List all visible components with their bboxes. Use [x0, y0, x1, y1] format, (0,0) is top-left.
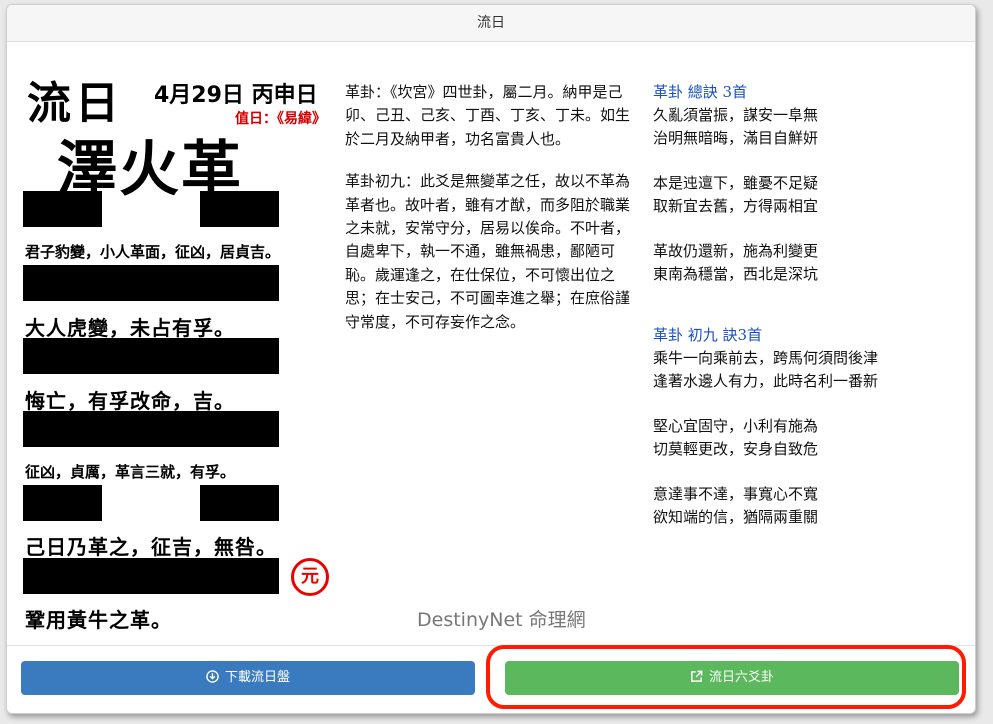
poem-line: 乘牛一向乘前去，跨馬何須問後津: [653, 349, 879, 367]
yao-text-3: 悔亡，有孚改命，吉。: [25, 389, 235, 413]
download-button[interactable]: 下載流日盤: [21, 661, 475, 695]
poem-2-2: 堅心宜固守，小利有施為 切莫輕更改，安身自致危: [653, 415, 953, 461]
zhiri-label: 值日：《易緯》: [235, 111, 326, 127]
poem-line: 治明無暗晦，滿目自鮮妍: [653, 129, 819, 147]
yao-text-6: 鞏用黃牛之革。: [25, 608, 172, 632]
poem-2-1: 乘牛一向乘前去，跨馬何須問後津 逢著水邊人有力，此時名利一番新: [653, 347, 953, 393]
poem-line: 切莫輕更改，安身自致危: [653, 440, 819, 458]
yao-bar-3: [23, 338, 279, 374]
highlight-annotation: [486, 645, 966, 709]
yuan-mark: 元: [291, 558, 329, 596]
poem-line: 取新宜去舊，方得兩相宜: [653, 197, 819, 215]
yao-bar-1b: [200, 191, 279, 227]
poem-heading-2: 革卦 初九 訣3首: [653, 326, 763, 344]
yao-text-5: 己日乃革之，征吉，無咎。: [25, 535, 277, 559]
poem-line: 意達事不達，事寬心不寬: [653, 485, 819, 503]
hexagram-description: 革卦：《坎宮》四世卦，屬二月。納甲是己卯、己丑、己亥、丁酉、丁亥、丁未。如生於二…: [345, 81, 635, 353]
description-paragraph-2: 革卦初九：此爻是無變革之任，故以不革為革者也。故叶者，雖有才猷，而多阻於職業之未…: [345, 172, 631, 331]
yao-text-1: 君子豹變，小人革面，征凶，居貞吉。: [25, 243, 281, 261]
yao-bar-4: [23, 411, 279, 447]
window-title: 流日: [7, 5, 975, 42]
poem-line: 革故仍還新，施為利變更: [653, 242, 819, 260]
yao-bar-5b: [200, 485, 279, 521]
yao-bar-6: [23, 558, 279, 594]
description-paragraph-1: 革卦：《坎宮》四世卦，屬二月。納甲是己卯、己丑、己亥、丁酉、丁亥、丁未。如生於二…: [345, 83, 631, 148]
poem-line: 堅心宜固守，小利有施為: [653, 417, 819, 435]
yao-text-4: 征凶，貞厲，革言三就，有孚。: [25, 463, 236, 481]
watermark: DestinyNet 命理網: [417, 609, 586, 631]
yao-bar-1a: [23, 191, 102, 227]
yao-bar-2: [23, 265, 279, 301]
poem-line: 逢著水邊人有力，此時名利一番新: [653, 372, 879, 390]
poem-line: 東南為穩當，西北是深坑: [653, 265, 819, 283]
poem-1-3: 革故仍還新，施為利變更 東南為穩當，西北是深坑: [653, 240, 953, 286]
dialog-window: 流日 流日 4月29日 丙申日 值日：《易緯》 澤火革 君子豹變，小人革面，征凶…: [6, 4, 976, 714]
poem-2-3: 意達事不達，事寬心不寬 欲知端的信，猶隔兩重關: [653, 483, 953, 529]
yao-text-2: 大人虎變，未占有孚。: [25, 316, 235, 340]
poem-1-2: 本是迍邅下，雖憂不足疑 取新宜去舊，方得兩相宜: [653, 172, 953, 218]
download-button-label: 下載流日盤: [224, 670, 290, 685]
poem-column: 革卦 總訣 3首 久亂須當振，謀安一阜無 治明無暗晦，滿目自鮮妍 本是迍邅下，雖…: [653, 81, 953, 551]
date-label: 4月29日 丙申日: [154, 83, 318, 108]
poem-line: 欲知端的信，猶隔兩重關: [653, 508, 819, 526]
poem-heading-1: 革卦 總訣 3首: [653, 83, 748, 101]
poem-line: 久亂須當振，謀安一阜無: [653, 106, 819, 124]
download-circle-icon: [206, 661, 219, 695]
poem-line: 本是迍邅下，雖憂不足疑: [653, 174, 819, 192]
yao-bar-5a: [23, 485, 102, 521]
poem-1-1: 久亂須當振，謀安一阜無 治明無暗晦，滿目自鮮妍: [653, 104, 953, 150]
